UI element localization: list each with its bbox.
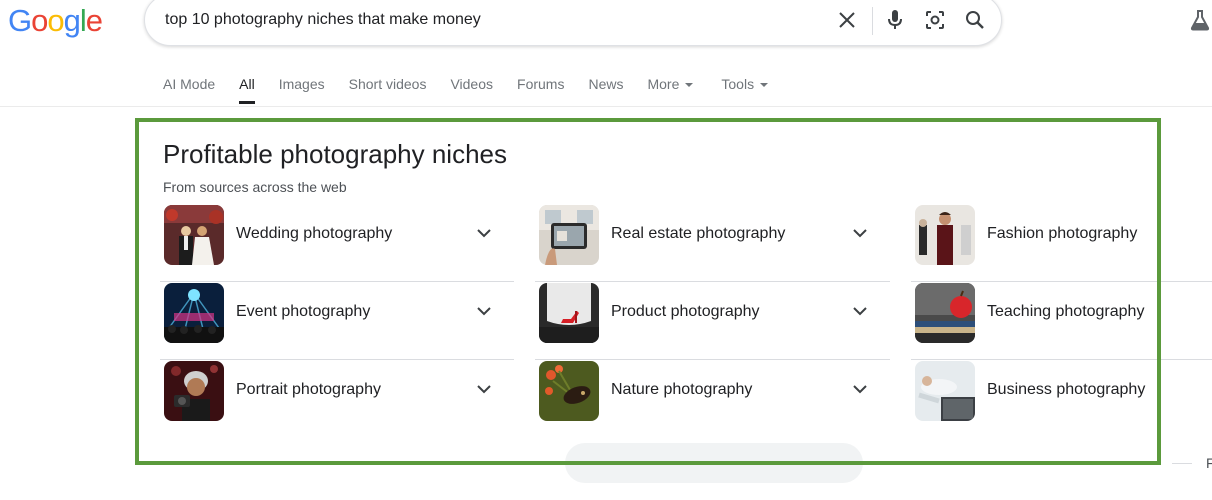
tab-label: Tools xyxy=(721,76,755,92)
tabs-divider xyxy=(0,106,1212,107)
logo-letter: e xyxy=(85,3,103,38)
tab-label: Images xyxy=(278,76,325,92)
tab-forums[interactable]: Forums xyxy=(517,76,564,106)
tab-news[interactable]: News xyxy=(588,76,623,106)
tab-label: More xyxy=(647,76,680,92)
tab-tools[interactable]: Tools xyxy=(721,76,769,106)
logo-letter: g xyxy=(63,3,81,38)
flask-icon[interactable] xyxy=(1188,8,1212,32)
close-icon[interactable] xyxy=(835,8,859,32)
search-tabs: AI Mode All Images Short videos Videos F… xyxy=(163,76,792,106)
tab-label: All xyxy=(239,76,255,92)
search-box[interactable]: top 10 photography niches that make mone… xyxy=(144,0,1002,46)
search-input[interactable]: top 10 photography niches that make mone… xyxy=(165,11,481,29)
tab-more[interactable]: More xyxy=(647,76,694,106)
caret-down-icon xyxy=(685,83,694,87)
google-logo[interactable]: Google xyxy=(8,3,103,39)
logo-letter: G xyxy=(8,3,32,38)
side-divider xyxy=(1172,463,1192,464)
tab-ai-mode[interactable]: AI Mode xyxy=(163,76,215,106)
microphone-icon[interactable] xyxy=(883,8,907,32)
logo-letter: o xyxy=(31,3,48,38)
tab-all[interactable]: All xyxy=(239,76,255,106)
caret-down-icon xyxy=(760,83,769,87)
tab-images[interactable]: Images xyxy=(279,76,325,106)
search-divider xyxy=(872,7,873,35)
truncated-text: F xyxy=(1206,455,1212,471)
logo-letter: o xyxy=(47,3,64,38)
tab-videos[interactable]: Videos xyxy=(450,76,493,106)
tab-label: News xyxy=(588,76,624,92)
tab-label: Forums xyxy=(517,76,565,92)
tab-label: AI Mode xyxy=(163,76,216,92)
camera-lens-icon[interactable] xyxy=(923,8,947,32)
tab-label: Videos xyxy=(450,76,494,92)
highlight-outline xyxy=(135,118,1161,465)
tab-short-videos[interactable]: Short videos xyxy=(349,76,427,106)
search-icon[interactable] xyxy=(963,8,987,32)
tab-label: Short videos xyxy=(348,76,427,92)
